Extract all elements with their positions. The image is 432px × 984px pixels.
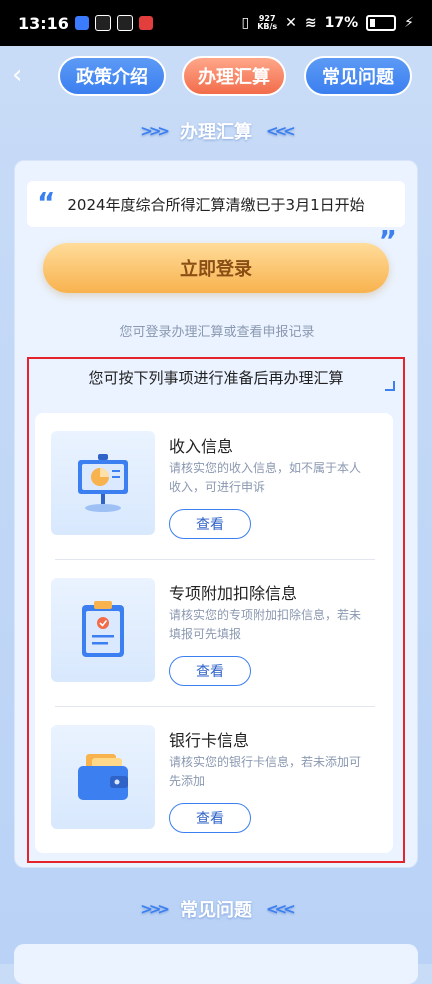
wallet-icon	[51, 725, 155, 829]
notice-banner: “ 2024年度综合所得汇算清缴已于3月1日开始 ”	[27, 181, 405, 255]
clock: 13:16	[18, 13, 69, 33]
list-item-income: 收入信息 请核实您的收入信息，如不属于本人收入，可进行申诉 查看	[35, 413, 393, 561]
vibrate-icon: ▯	[241, 15, 250, 31]
clipboard-check-icon	[51, 578, 155, 682]
quote-close-icon: ”	[378, 224, 397, 257]
view-deduction-button[interactable]: 查看	[169, 656, 251, 686]
battery-percent: 17%	[324, 15, 359, 31]
arrows-right-icon: >>>	[140, 900, 170, 918]
tiktok-icon	[94, 15, 111, 31]
list-item-deduction: 专项附加扣除信息 请核实您的专项附加扣除信息，若未填报可先填报 查看	[35, 560, 393, 708]
preparation-title: 您可按下列事项进行准备后再办理汇算	[88, 369, 344, 387]
arrows-left-icon: <<<	[266, 900, 296, 918]
corner-decoration-icon	[385, 381, 395, 391]
app-notification-icon	[116, 15, 133, 31]
status-bar: 13:16 ▯ 927 KB/s ✕ ≋ 17% ⚡	[0, 0, 432, 46]
sim-icon: ✕	[285, 15, 297, 31]
wifi-icon: ≋	[304, 15, 317, 31]
section-title-faq: >>> 常见问题 <<<	[140, 900, 296, 921]
arrows-right-icon: >>>	[140, 122, 170, 140]
tab-handle-settlement[interactable]: 办理汇算	[182, 56, 286, 96]
item-title: 专项附加扣除信息	[169, 584, 298, 603]
back-icon[interactable]: ‹	[12, 62, 38, 88]
section-title-handle: >>> 办理汇算 <<<	[140, 122, 296, 143]
arrows-left-icon: <<<	[266, 122, 296, 140]
item-desc: 请核实您的银行卡信息，若未添加可先添加	[169, 755, 362, 788]
item-desc: 请核实您的专项附加扣除信息，若未填报可先填报	[169, 608, 362, 641]
item-title: 收入信息	[169, 437, 234, 456]
battery-icon	[366, 15, 397, 31]
quote-open-icon: “	[37, 186, 56, 219]
news-app-icon	[138, 16, 153, 30]
item-title: 银行卡信息	[169, 731, 250, 750]
notification-app-icon	[74, 16, 89, 30]
login-hint: 您可登录办理汇算或查看申报记录	[119, 325, 315, 340]
network-speed: 927 KB/s	[257, 14, 278, 31]
status-right: ▯ 927 KB/s ✕ ≋ 17% ⚡	[241, 15, 414, 31]
handle-card: “ 2024年度综合所得汇算清缴已于3月1日开始 ” 立即登录 您可登录办理汇算…	[14, 160, 418, 868]
list-item-bank-card: 银行卡信息 请核实您的银行卡信息，若未添加可先添加 查看	[35, 707, 393, 855]
preparation-box: 您可按下列事项进行准备后再办理汇算 收入信息 请核实您的收入信息，如不属于本人收…	[27, 357, 405, 863]
view-bank-card-button[interactable]: 查看	[169, 803, 251, 833]
login-button[interactable]: 立即登录	[43, 243, 389, 293]
item-desc: 请核实您的收入信息，如不属于本人收入，可进行申诉	[169, 461, 362, 494]
faq-card	[14, 944, 418, 984]
header: ‹ 政策介绍 办理汇算 常见问题	[0, 46, 432, 108]
tab-policy-intro[interactable]: 政策介绍	[58, 56, 166, 96]
income-chart-icon	[51, 431, 155, 535]
view-income-button[interactable]: 查看	[169, 509, 251, 539]
notice-text: 2024年度综合所得汇算清缴已于3月1日开始	[67, 195, 365, 214]
tab-faq[interactable]: 常见问题	[304, 56, 412, 96]
charging-icon: ⚡	[404, 15, 414, 31]
status-left: 13:16	[18, 14, 153, 33]
preparation-list: 收入信息 请核实您的收入信息，如不属于本人收入，可进行申诉 查看 专项附加扣除信…	[35, 413, 393, 853]
